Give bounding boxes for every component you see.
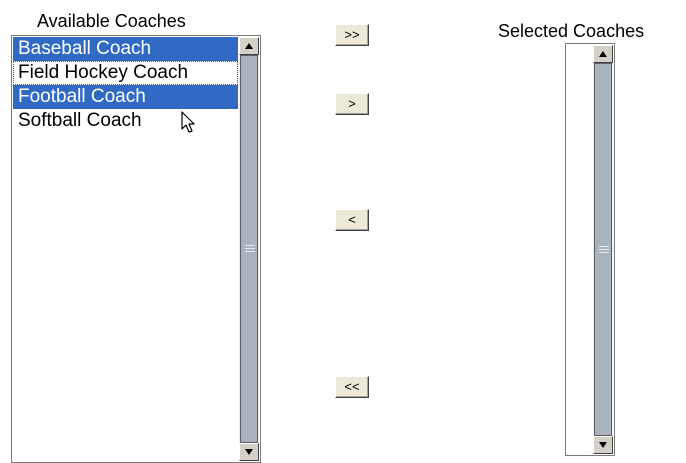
add-all-button[interactable]: >> <box>335 24 369 46</box>
remove-all-button[interactable]: << <box>335 376 369 398</box>
list-item-baseball-coach[interactable]: Baseball Coach <box>13 37 238 61</box>
scroll-up-button[interactable] <box>239 37 259 55</box>
available-coaches-label: Available Coaches <box>37 11 186 31</box>
selected-coaches-label: Selected Coaches <box>498 21 645 41</box>
arrow-down-icon <box>599 442 607 448</box>
add-selected-button[interactable]: > <box>335 93 369 115</box>
scroll-down-button[interactable] <box>593 436 613 454</box>
list-item-softball-coach[interactable]: Softball Coach <box>13 109 238 133</box>
scroll-thumb[interactable] <box>594 63 612 436</box>
selected-scrollbar[interactable] <box>593 45 613 454</box>
selected-coaches-listbox[interactable] <box>565 43 615 456</box>
list-item-field-hockey-coach[interactable]: Field Hockey Coach <box>13 61 238 85</box>
scroll-down-button[interactable] <box>239 443 259 461</box>
arrow-up-icon <box>245 43 253 49</box>
grip-icon <box>599 245 609 255</box>
available-scrollbar[interactable] <box>239 37 259 461</box>
available-coaches-items: Baseball Coach Field Hockey Coach Footba… <box>13 37 238 133</box>
available-coaches-listbox[interactable]: Baseball Coach Field Hockey Coach Footba… <box>11 35 261 463</box>
scroll-thumb[interactable] <box>240 55 258 443</box>
grip-icon <box>245 245 255 254</box>
arrow-up-icon <box>599 51 607 57</box>
arrow-down-icon <box>245 449 253 455</box>
list-item-football-coach[interactable]: Football Coach <box>13 85 238 109</box>
mouse-pointer-icon <box>181 111 195 133</box>
remove-selected-button[interactable]: < <box>335 209 369 231</box>
scroll-up-button[interactable] <box>593 45 613 63</box>
